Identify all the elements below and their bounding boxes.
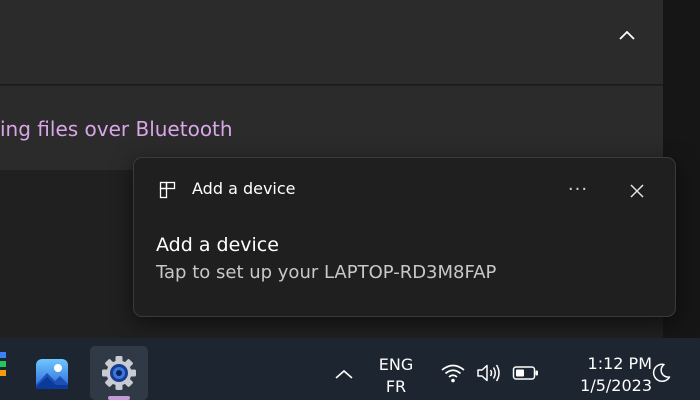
active-app-indicator xyxy=(108,396,130,400)
more-options-icon[interactable]: ··· xyxy=(564,176,592,202)
notification-app-name: Add a device xyxy=(192,179,296,198)
input-language-primary: ENG xyxy=(378,355,414,374)
input-language-indicator[interactable]: ENG FR xyxy=(372,354,420,398)
battery-icon[interactable] xyxy=(512,364,540,382)
wifi-icon[interactable] xyxy=(440,362,466,384)
input-language-secondary: FR xyxy=(385,377,407,396)
add-device-notification[interactable]: Add a device ··· Add a device Tap to set… xyxy=(133,157,676,317)
add-device-icon xyxy=(159,181,177,199)
clock[interactable]: 1:12 PM 1/5/2023 xyxy=(556,353,652,397)
volume-icon[interactable] xyxy=(476,362,502,384)
settings-section-header[interactable] xyxy=(0,0,663,85)
clock-date: 1/5/2023 xyxy=(580,376,652,395)
clock-time: 1:12 PM xyxy=(587,354,652,373)
moon-icon[interactable] xyxy=(650,362,672,384)
partial-app-icon[interactable] xyxy=(0,352,8,386)
close-icon[interactable] xyxy=(624,178,650,204)
settings-app-button[interactable] xyxy=(90,346,148,400)
taskbar: ENG FR 1:12 PM 1/5/2023 xyxy=(0,338,700,400)
photos-app-icon[interactable] xyxy=(34,357,70,393)
notification-body: Tap to set up your LAPTOP-RD3M8FAP xyxy=(156,262,497,283)
chevron-up-icon[interactable] xyxy=(617,26,637,44)
chevron-up-icon[interactable] xyxy=(333,365,355,383)
settings-gear-icon xyxy=(102,356,136,390)
bluetooth-files-link[interactable]: ing files over Bluetooth xyxy=(0,117,233,141)
notification-title: Add a device xyxy=(156,234,279,256)
